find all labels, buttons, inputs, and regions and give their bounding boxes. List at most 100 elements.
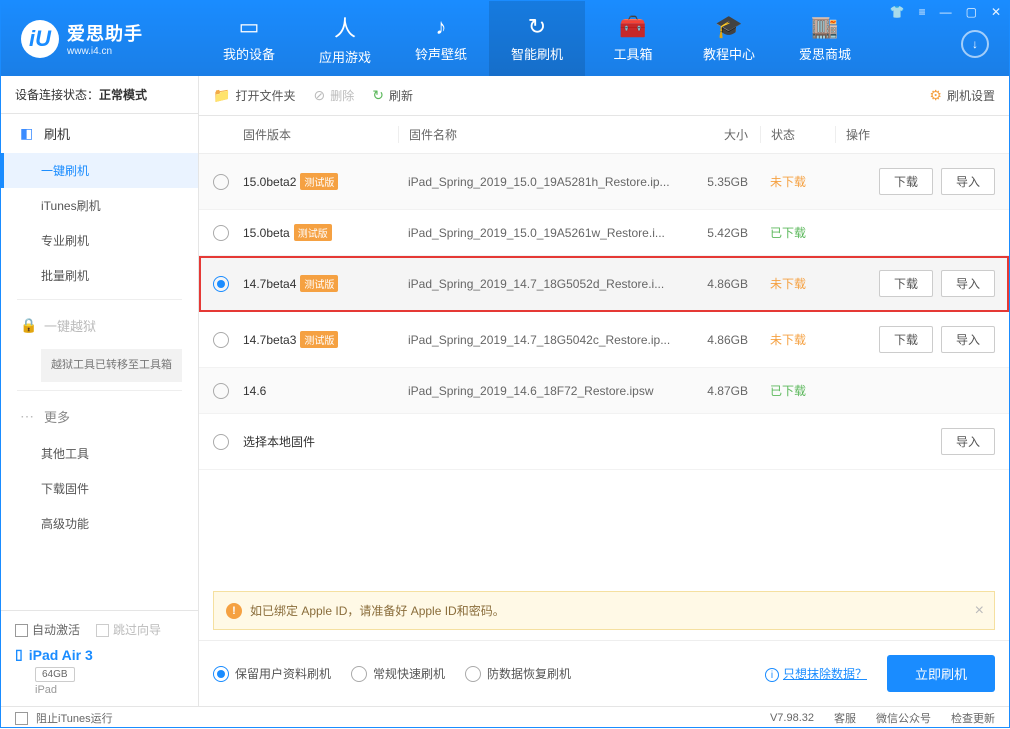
logo-icon: iU: [21, 20, 59, 58]
firmware-name: iPad_Spring_2019_15.0_19A5281h_Restore.i…: [398, 175, 690, 189]
block-itunes-checkbox[interactable]: 阻止iTunes运行: [15, 710, 113, 726]
toolbar: 📁打开文件夹 ⊘删除 ↻刷新 ⚙刷机设置: [199, 76, 1009, 116]
import-button[interactable]: 导入: [941, 326, 995, 353]
beta-badge: 测试版: [300, 331, 338, 348]
nav-tab-store[interactable]: 🏬爱思商城: [777, 1, 873, 76]
sidebar-item-pro-flash[interactable]: 专业刷机: [1, 223, 198, 258]
erase-only-link[interactable]: i只想抹除数据？: [765, 665, 867, 683]
auto-activate-checkbox[interactable]: 自动激活: [15, 621, 80, 638]
import-button[interactable]: 导入: [941, 428, 995, 455]
table-row[interactable]: 14.6iPad_Spring_2019_14.6_18F72_Restore.…: [199, 368, 1009, 414]
delete-button[interactable]: ⊘删除: [313, 87, 354, 104]
app-title: 爱思助手: [67, 20, 143, 46]
info-icon: i: [765, 668, 779, 682]
th-version: 固件版本: [243, 126, 398, 143]
th-size: 大小: [690, 126, 760, 143]
row-radio[interactable]: [213, 225, 229, 241]
sidebar-group-more[interactable]: ⋯ 更多: [1, 397, 198, 436]
table-row[interactable]: 15.0beta2测试版iPad_Spring_2019_15.0_19A528…: [199, 154, 1009, 210]
sidebar-item-advanced[interactable]: 高级功能: [1, 506, 198, 541]
download-button[interactable]: 下载: [879, 270, 933, 297]
status-cell: 未下载: [760, 331, 835, 348]
window-controls: 👕 ≡ — ▢ ✕: [890, 5, 1001, 19]
shirt-icon[interactable]: 👕: [890, 5, 905, 19]
lock-icon: 🔒: [20, 317, 36, 334]
status-cell: 未下载: [760, 275, 835, 292]
row-radio[interactable]: [213, 174, 229, 190]
minimize-icon[interactable]: —: [940, 5, 952, 19]
row-radio[interactable]: [213, 434, 229, 450]
option-keep-data[interactable]: 保留用户资料刷机: [213, 665, 331, 682]
sidebar-item-batch-flash[interactable]: 批量刷机: [1, 258, 198, 293]
nav-tab-tools[interactable]: 🧰工具箱: [585, 1, 681, 76]
row-radio[interactable]: [213, 383, 229, 399]
app-header: iU 爱思助手 www.i4.cn ▭我的设备 人应用游戏 ♪铃声壁纸 ↻智能刷…: [1, 1, 1009, 76]
firmware-name: iPad_Spring_2019_14.7_18G5052d_Restore.i…: [398, 277, 690, 291]
flash-now-button[interactable]: 立即刷机: [887, 655, 995, 692]
firmware-name: iPad_Spring_2019_14.7_18G5042c_Restore.i…: [398, 333, 690, 347]
connection-status: 设备连接状态：正常模式: [1, 76, 198, 114]
beta-badge: 测试版: [300, 275, 338, 292]
open-folder-button[interactable]: 📁打开文件夹: [213, 87, 295, 104]
delete-icon: ⊘: [313, 87, 325, 104]
firmware-name: iPad_Spring_2019_15.0_19A5261w_Restore.i…: [398, 226, 690, 240]
sidebar-item-download-firmware[interactable]: 下载固件: [1, 471, 198, 506]
version-cell: 15.0beta2测试版: [243, 173, 398, 190]
nav-tab-device[interactable]: ▭我的设备: [201, 1, 297, 76]
size-cell: 5.35GB: [690, 175, 760, 189]
th-name: 固件名称: [398, 126, 690, 143]
download-button[interactable]: 下载: [879, 326, 933, 353]
menu-icon[interactable]: ≡: [919, 5, 926, 19]
option-anti-recovery[interactable]: 防数据恢复刷机: [465, 665, 571, 682]
status-cell: 未下载: [760, 173, 835, 190]
size-cell: 4.86GB: [690, 333, 760, 347]
check-update-link[interactable]: 检查更新: [951, 710, 995, 726]
table-row[interactable]: 14.7beta4测试版iPad_Spring_2019_14.7_18G505…: [199, 256, 1009, 312]
close-icon[interactable]: ✕: [991, 5, 1001, 19]
refresh-icon: ↻: [372, 87, 384, 104]
flash-options-bar: 保留用户资料刷机 常规快速刷机 防数据恢复刷机 i只想抹除数据？ 立即刷机: [199, 640, 1009, 706]
nav-tab-ringtone[interactable]: ♪铃声壁纸: [393, 1, 489, 76]
tablet-icon: ▯: [15, 646, 23, 663]
sidebar-group-flash[interactable]: ◧ 刷机: [1, 114, 198, 153]
more-icon: ⋯: [20, 408, 36, 425]
flash-settings-button[interactable]: ⚙刷机设置: [929, 87, 995, 104]
folder-icon: 📁: [213, 87, 230, 104]
version-label: V7.98.32: [770, 712, 814, 724]
table-row[interactable]: 选择本地固件 导入: [199, 414, 1009, 470]
wechat-link[interactable]: 微信公众号: [876, 710, 931, 726]
nav-tab-flash[interactable]: ↻智能刷机: [489, 1, 585, 76]
maximize-icon[interactable]: ▢: [966, 5, 977, 19]
logo-area: iU 爱思助手 www.i4.cn: [1, 20, 201, 58]
import-button[interactable]: 导入: [941, 270, 995, 297]
sidebar-item-itunes-flash[interactable]: iTunes刷机: [1, 188, 198, 223]
sidebar-group-jailbreak[interactable]: 🔒 一键越狱: [1, 306, 198, 345]
import-button[interactable]: 导入: [941, 168, 995, 195]
download-indicator-icon[interactable]: ↓: [961, 30, 989, 58]
sidebar-bottom: 自动激活 跳过向导 ▯ iPad Air 3 64GB iPad: [1, 610, 198, 706]
divider: [17, 299, 182, 300]
skip-guide-checkbox[interactable]: 跳过向导: [96, 621, 161, 638]
nav-tab-apps[interactable]: 人应用游戏: [297, 1, 393, 76]
firmware-name: iPad_Spring_2019_14.6_18F72_Restore.ipsw: [398, 384, 690, 398]
sidebar-item-oneclick-flash[interactable]: 一键刷机: [1, 153, 198, 188]
row-radio[interactable]: [213, 332, 229, 348]
support-link[interactable]: 客服: [834, 710, 856, 726]
warning-close-icon[interactable]: ×: [975, 602, 984, 620]
warning-bar: ! 如已绑定 Apple ID，请准备好 Apple ID和密码。 ×: [213, 591, 995, 630]
gear-icon: ⚙: [929, 87, 942, 104]
nav-tab-tutorial[interactable]: 🎓教程中心: [681, 1, 777, 76]
row-radio[interactable]: [213, 276, 229, 292]
refresh-button[interactable]: ↻刷新: [372, 87, 413, 104]
status-cell: 已下载: [760, 382, 835, 399]
jailbreak-note: 越狱工具已转移至工具箱: [41, 349, 182, 382]
download-button[interactable]: 下载: [879, 168, 933, 195]
table-row[interactable]: 14.7beta3测试版iPad_Spring_2019_14.7_18G504…: [199, 312, 1009, 368]
device-name[interactable]: ▯ iPad Air 3: [15, 646, 184, 663]
nav-tabs: ▭我的设备 人应用游戏 ♪铃声壁纸 ↻智能刷机 🧰工具箱 🎓教程中心 🏬爱思商城: [201, 1, 873, 76]
apps-icon: 人: [334, 11, 356, 43]
option-normal-flash[interactable]: 常规快速刷机: [351, 665, 445, 682]
version-cell: 选择本地固件: [243, 433, 835, 450]
sidebar-item-other-tools[interactable]: 其他工具: [1, 436, 198, 471]
table-row[interactable]: 15.0beta测试版iPad_Spring_2019_15.0_19A5261…: [199, 210, 1009, 256]
